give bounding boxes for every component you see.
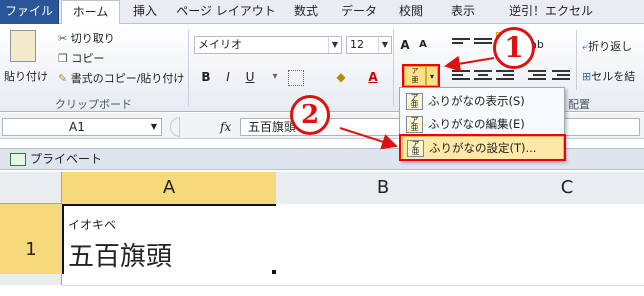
callout-badge-2: 2	[290, 95, 330, 135]
arrow-to-furigana-button	[444, 55, 495, 72]
callout-arrows	[339, 55, 495, 150]
callout-badge-1: 1	[493, 27, 535, 69]
arrow-to-settings-item	[339, 127, 398, 150]
